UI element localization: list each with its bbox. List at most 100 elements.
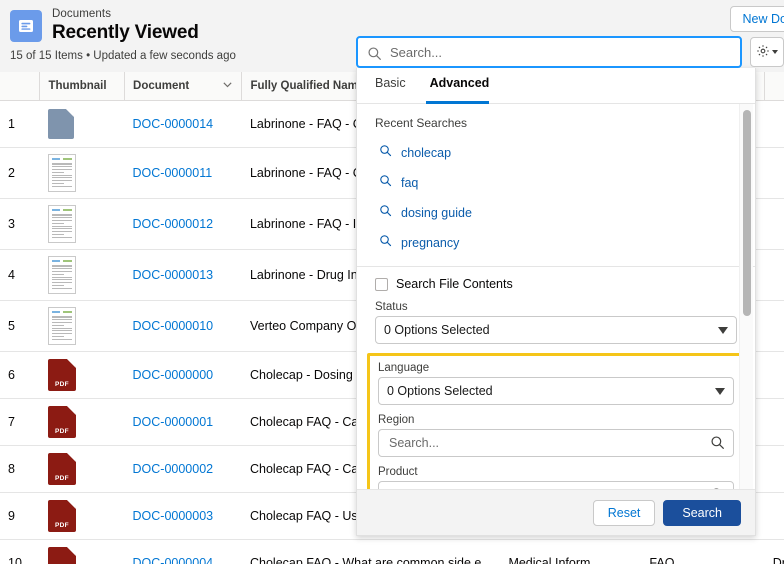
panel-scrollbar-thumb[interactable] [743,110,751,316]
recent-searches-label: Recent Searches [375,116,737,130]
row-cell-2: FAQ [641,540,764,564]
row-index: 2 [0,148,40,199]
new-document-button[interactable]: New Do [730,6,784,32]
panel-scrollbar[interactable] [739,104,753,489]
row-document-cell: DOC-0000004 [125,540,242,564]
document-link[interactable]: DOC-0000004 [133,556,214,564]
row-cell-3 [765,446,784,493]
document-link[interactable]: DOC-0000003 [133,509,214,523]
document-preview-thumbnail [48,205,76,243]
row-thumbnail: PDF [40,540,125,564]
document-preview-thumbnail [48,256,76,294]
row-index: 5 [0,301,40,352]
table-row[interactable]: 10PDFDOC-0000004Cholecap FAQ - What are … [0,540,784,564]
row-thumbnail [40,101,125,148]
row-document-cell: DOC-0000010 [125,301,242,352]
document-link[interactable]: DOC-0000000 [133,368,214,382]
document-link[interactable]: DOC-0000002 [133,462,214,476]
search-input-wrapper[interactable] [356,36,742,68]
page-eyebrow: Documents [52,8,199,21]
blank-document-icon [48,109,74,139]
document-preview-thumbnail [48,307,76,345]
language-select-value: 0 Options Selected [387,384,493,398]
row-cell-3 [765,301,784,352]
recent-search-link[interactable]: faq [401,176,418,190]
recent-search-link[interactable]: dosing guide [401,206,472,220]
advanced-search-panel: Basic Advanced Recent Searches cholecap f… [356,68,756,536]
chevron-down-icon [718,327,728,334]
recent-search-link[interactable]: pregnancy [401,236,459,250]
col-6[interactable] [765,72,784,101]
search-icon [379,174,392,192]
row-document-cell: DOC-0000002 [125,446,242,493]
row-document-cell: DOC-0000003 [125,493,242,540]
search-file-contents-row[interactable]: Search File Contents [375,277,737,291]
row-thumbnail [40,148,125,199]
panel-divider [357,266,755,267]
row-index: 9 [0,493,40,540]
col-document[interactable]: Document [125,72,242,101]
search-panel-scroll: Recent Searches cholecap faq dosing guide p… [357,104,755,489]
document-link[interactable]: DOC-0000010 [133,319,214,333]
row-cell-3 [765,101,784,148]
row-thumbnail [40,199,125,250]
field-region: Region [378,414,734,457]
row-cell-1: Medical Inform... [500,540,641,564]
document-link[interactable]: DOC-0000012 [133,217,214,231]
row-thumbnail: PDF [40,446,125,493]
language-select[interactable]: 0 Options Selected [378,377,734,405]
row-index: 3 [0,199,40,250]
search-icon [710,487,725,489]
recent-search-link[interactable]: cholecap [401,146,451,160]
field-language-label: Language [378,362,734,374]
document-link[interactable]: DOC-0000013 [133,268,214,282]
document-link[interactable]: DOC-0000011 [133,166,213,180]
recent-search-item[interactable]: faq [375,168,737,198]
row-thumbnail: PDF [40,493,125,540]
row-document-cell: DOC-0000011 [125,148,242,199]
status-select-value: 0 Options Selected [384,323,490,337]
search-panel-body: Recent Searches cholecap faq dosing guide p… [357,104,755,489]
pdf-file-icon: PDF [48,500,76,532]
gear-icon [756,44,770,61]
pdf-file-icon: PDF [48,406,76,438]
tab-advanced[interactable]: Advanced [430,68,500,103]
row-document-cell: DOC-0000014 [125,101,242,148]
region-lookup[interactable] [378,429,734,457]
app-root: Documents Recently Viewed 15 of 15 Items… [0,0,784,564]
row-fully-qualified-name: Cholecap FAQ - What are common side e... [242,540,500,564]
field-region-label: Region [378,414,734,426]
reset-button[interactable]: Reset [593,500,656,526]
row-thumbnail [40,301,125,352]
tab-basic[interactable]: Basic [375,68,416,103]
row-document-cell: DOC-0000000 [125,352,242,399]
recent-search-item[interactable]: pregnancy [375,228,737,258]
search-settings-button[interactable] [750,37,784,67]
product-lookup[interactable] [378,481,734,489]
recent-searches-list: cholecap faq dosing guide pregnancy [375,138,737,258]
region-search-input[interactable] [387,435,725,451]
search-icon [710,435,725,455]
recent-search-item[interactable]: cholecap [375,138,737,168]
search-file-contents-checkbox[interactable] [375,278,388,291]
search-panel-footer: Reset Search [357,489,755,535]
col-rownum [0,72,40,101]
field-product-label: Product [378,466,734,478]
row-index: 6 [0,352,40,399]
search-icon [379,234,392,252]
row-document-cell: DOC-0000012 [125,199,242,250]
recent-search-item[interactable]: dosing guide [375,198,737,228]
row-index: 1 [0,101,40,148]
row-document-cell: DOC-0000013 [125,250,242,301]
document-link[interactable]: DOC-0000014 [133,117,214,131]
row-index: 7 [0,399,40,446]
list-view-status: 15 of 15 Items • Updated a few seconds a… [10,50,236,62]
product-search-input[interactable] [387,487,725,489]
pdf-file-icon: PDF [48,547,76,564]
chevron-down-icon[interactable] [222,79,233,93]
status-select[interactable]: 0 Options Selected [375,316,737,344]
col-thumbnail[interactable]: Thumbnail [40,72,125,101]
search-input[interactable] [388,44,740,61]
search-button[interactable]: Search [663,500,741,526]
document-link[interactable]: DOC-0000001 [133,415,214,429]
